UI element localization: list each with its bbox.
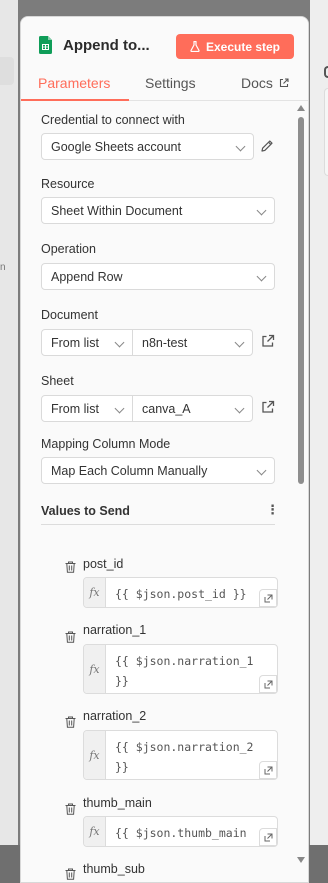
field-expression-narration-1[interactable]: fx {{ $json.narration_1 }}: [83, 644, 278, 694]
tab-docs-label: Docs: [241, 75, 273, 91]
sheet-select[interactable]: canva_A: [132, 395, 253, 422]
canvas-fragment: n: [0, 262, 6, 273]
resource-value: Sheet Within Document: [51, 203, 183, 218]
sheet-value: canva_A: [142, 401, 191, 416]
credential-value: Google Sheets account: [51, 139, 181, 154]
node-details-panel: Append to... Execute step Parameters Set…: [20, 16, 309, 883]
external-link-icon: [279, 78, 289, 88]
field-name-narration-2: narration_2: [83, 709, 147, 723]
open-expression-editor-icon[interactable]: [259, 828, 277, 846]
sheet-mode-value: From list: [51, 401, 99, 416]
chevron-down-icon: [234, 337, 245, 348]
credential-select[interactable]: Google Sheets account: [41, 133, 254, 160]
scroll-up-arrow-icon[interactable]: [297, 105, 305, 111]
operation-select[interactable]: Append Row: [41, 263, 275, 290]
document-label: Document: [41, 308, 98, 322]
values-to-send-title: Values to Send: [41, 504, 130, 518]
trash-icon[interactable]: [65, 868, 76, 880]
chevron-down-icon: [234, 403, 245, 414]
mapping-mode-select[interactable]: Map Each Column Manually: [41, 457, 275, 484]
external-link-icon[interactable]: [260, 333, 276, 349]
execute-step-button[interactable]: Execute step: [176, 34, 294, 59]
scroll-down-arrow-icon[interactable]: [297, 857, 305, 863]
scrollbar-thumb[interactable]: [298, 117, 304, 484]
tab-docs[interactable]: Docs: [241, 75, 289, 91]
external-link-icon[interactable]: [260, 399, 276, 415]
resource-label: Resource: [41, 177, 95, 191]
resource-select[interactable]: Sheet Within Document: [41, 197, 275, 224]
mapping-mode-value: Map Each Column Manually: [51, 463, 208, 478]
chevron-down-icon: [114, 337, 125, 348]
sheet-mode-select[interactable]: From list: [41, 395, 133, 422]
field-name-post-id: post_id: [83, 557, 124, 571]
field-expression-thumb-main[interactable]: fx {{ $json.thumb_main: [83, 816, 278, 847]
fx-icon: fx: [84, 817, 106, 846]
open-expression-editor-icon[interactable]: [259, 761, 277, 779]
fx-icon: fx: [84, 578, 106, 607]
field-name-narration-1: narration_1: [83, 623, 147, 637]
more-options-icon[interactable]: ⋮: [266, 502, 279, 518]
chevron-down-icon: [256, 465, 267, 476]
field-name-thumb-sub: thumb_sub: [83, 862, 145, 876]
chevron-down-icon: [256, 271, 267, 282]
active-tab-indicator: [21, 99, 129, 101]
open-expression-editor-icon[interactable]: [259, 675, 277, 693]
panel-header: Append to... Execute step Parameters Set…: [21, 17, 308, 101]
parameters-form: Credential to connect with Google Sheets…: [21, 102, 308, 882]
trash-icon[interactable]: [65, 631, 76, 643]
node-title[interactable]: Append to...: [63, 37, 150, 54]
chevron-down-icon: [114, 403, 125, 414]
canvas-right-strip: [310, 0, 328, 845]
document-mode-value: From list: [51, 335, 99, 350]
canvas-node-fragment: [324, 88, 328, 176]
sheet-label: Sheet: [41, 374, 74, 388]
expression-text: {{ $json.narration_1 }}: [115, 654, 254, 688]
canvas-left-strip: n: [0, 0, 18, 845]
operation-value: Append Row: [51, 269, 123, 284]
expression-text: {{ $json.narration_2 }}: [115, 740, 254, 774]
fx-icon: fx: [84, 645, 106, 693]
expression-text: {{ $json.post_id }}: [115, 587, 247, 601]
operation-label: Operation: [41, 242, 96, 256]
trash-icon[interactable]: [65, 803, 76, 815]
google-sheets-icon: [39, 36, 52, 54]
canvas-connector: [324, 66, 328, 78]
canvas-node-chip: [0, 57, 14, 85]
section-divider: [41, 524, 275, 525]
pencil-icon[interactable]: [259, 138, 275, 154]
expression-text: {{ $json.thumb_main: [115, 826, 247, 840]
execute-step-label: Execute step: [205, 39, 281, 54]
fx-icon: fx: [84, 731, 106, 779]
flask-icon: [190, 41, 200, 52]
trash-icon[interactable]: [65, 561, 76, 573]
field-expression-narration-2[interactable]: fx {{ $json.narration_2 }}: [83, 730, 278, 780]
chevron-down-icon: [256, 205, 267, 216]
mapping-mode-label: Mapping Column Mode: [41, 437, 171, 451]
panel-tabs: Parameters Settings Docs: [21, 73, 308, 101]
open-expression-editor-icon[interactable]: [259, 589, 277, 607]
chevron-down-icon: [235, 141, 246, 152]
field-expression-post-id[interactable]: fx {{ $json.post_id }}: [83, 577, 278, 608]
document-value: n8n-test: [142, 335, 188, 350]
tab-settings[interactable]: Settings: [145, 75, 196, 91]
document-mode-select[interactable]: From list: [41, 329, 133, 356]
trash-icon[interactable]: [65, 716, 76, 728]
tab-parameters[interactable]: Parameters: [38, 75, 110, 91]
credential-label: Credential to connect with: [41, 113, 185, 127]
document-select[interactable]: n8n-test: [132, 329, 253, 356]
field-name-thumb-main: thumb_main: [83, 796, 152, 810]
